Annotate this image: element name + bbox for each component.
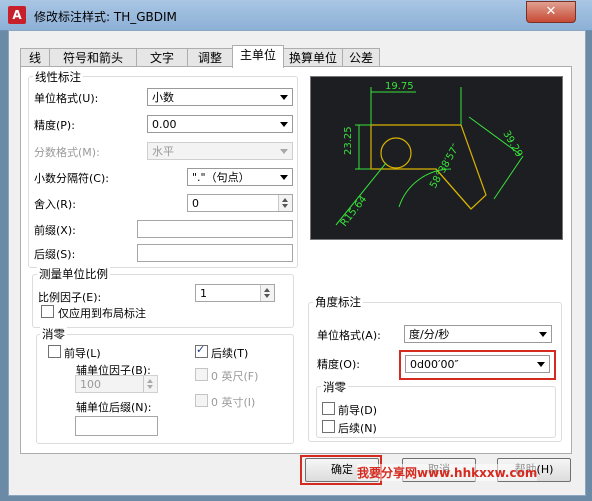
angular-trailing-label: 后续(N) [338,422,377,435]
preview-pane: 19.75 23.25 39.29 58°38′57″ R15.64 [310,76,563,240]
tab-tolerances[interactable]: 公差 [342,48,380,67]
leading-zero-checkbox[interactable] [48,345,61,358]
tab-fit[interactable]: 调整 [187,48,233,67]
layout-only-checkbox[interactable] [41,305,54,318]
preview-dim-right: 39.29 [500,129,524,159]
precision-label: 精度(P): [34,119,75,132]
scale-group-title: 测量单位比例 [37,266,110,282]
zero-feet-checkbox [195,368,208,381]
angular-precision-label: 精度(O): [317,358,360,371]
suffix-label: 后缀(S): [34,248,76,261]
unit-format-value: 小数 [152,91,174,104]
fraction-format-select: 水平 [147,142,293,160]
decimal-separator-value: "."（句点） [192,171,250,184]
decimal-separator-select[interactable]: "."（句点） [187,168,293,186]
layout-only-label: 仅应用到布局标注 [58,307,146,320]
zero-inches-checkbox [195,394,208,407]
tab-symbols-arrows[interactable]: 符号和箭头 [49,48,137,67]
suffix-input[interactable] [137,244,293,262]
tab-primary-units[interactable]: 主单位 [232,45,284,68]
trailing-zero-checkbox[interactable]: ✓ [195,343,208,358]
chevron-down-icon [280,95,288,100]
trailing-zero-label: 后续(T) [211,347,249,360]
unit-format-select[interactable]: 小数 [147,88,293,106]
precision-select[interactable]: 0.00 [147,115,293,133]
angular-zero-title: 消零 [321,379,348,395]
watermark-text: 我要分享网www.hhkxxw.com [357,464,538,481]
window-title: 修改标注样式: TH_GBDIM [34,10,177,24]
sub-unit-factor-spinner: 100 [75,375,158,393]
unit-format-label: 单位格式(U): [34,92,99,105]
zero-suppression-title: 消零 [40,326,67,342]
fraction-format-value: 水平 [152,145,174,158]
spinner-arrows-icon[interactable] [278,195,292,211]
chevron-down-icon [280,175,288,180]
preview-geometry [370,124,487,210]
angular-group-title: 角度标注 [313,294,363,310]
round-off-value: 0 [192,197,199,210]
leading-zero-label: 前导(L) [64,347,101,360]
sub-unit-factor-value: 100 [80,378,101,391]
angular-leading-checkbox[interactable] [322,402,335,415]
angular-unit-format-value: 度/分/秒 [409,328,450,341]
check-icon: ✓ [196,343,206,356]
spinner-arrows-icon [143,376,157,392]
preview-dim-radius: R15.64 [339,194,370,229]
scale-factor-value: 1 [200,287,207,300]
app-icon: A [8,6,26,24]
chevron-down-icon [539,332,547,337]
zero-feet-label: 0 英尺(F) [211,370,259,383]
round-off-spinner[interactable]: 0 [187,194,293,212]
prefix-input[interactable] [137,220,293,238]
zero-inches-label: 0 英寸(I) [211,396,256,409]
highlight-box-precision [399,350,556,380]
decimal-separator-label: 小数分隔符(C): [34,172,109,185]
tab-lines[interactable]: 线 [20,48,50,67]
chevron-down-icon [280,149,288,154]
tab-alternate-units[interactable]: 换算单位 [283,48,343,67]
angular-unit-format-select[interactable]: 度/分/秒 [404,325,552,343]
chevron-down-icon [280,122,288,127]
angular-leading-label: 前导(D) [338,404,378,417]
scale-factor-spinner[interactable]: 1 [195,284,275,302]
scale-factor-label: 比例因子(E): [38,291,102,304]
preview-dim-left: 23.25 [343,126,354,155]
sub-unit-suffix-input[interactable] [75,416,158,436]
angular-unit-format-label: 单位格式(A): [317,329,381,342]
fraction-format-label: 分数格式(M): [34,146,100,159]
preview-dim-angle: 58°38′57″ [428,142,462,190]
precision-value: 0.00 [152,118,177,131]
prefix-label: 前缀(X): [34,224,76,237]
preview-drawing: 19.75 23.25 39.29 58°38′57″ R15.64 [335,81,524,229]
round-off-label: 舍入(R): [34,198,76,211]
tab-text[interactable]: 文字 [136,48,188,67]
close-button[interactable]: ✕ [526,1,576,23]
sub-unit-suffix-label: 辅单位后缀(N): [76,401,152,414]
preview-dim-top: 19.75 [385,81,414,92]
angular-trailing-checkbox[interactable] [322,420,335,433]
linear-group-title: 线性标注 [33,69,83,85]
spinner-arrows-icon[interactable] [260,285,274,301]
